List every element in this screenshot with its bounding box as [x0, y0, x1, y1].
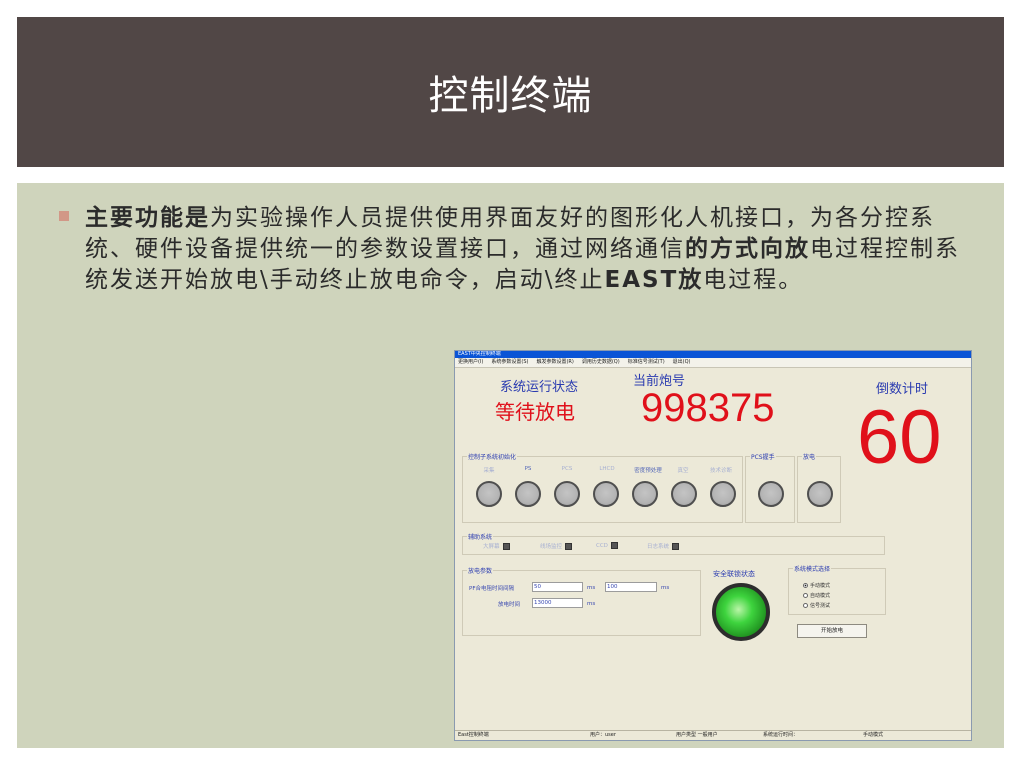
- app-main-panel: 系统运行状态 等待放电 当前炮号 998375 倒数计时 60 控制子系统初始化…: [455, 368, 971, 730]
- pcs-handshake-label: PCS握手: [750, 452, 776, 461]
- discharge-time-unit: ms: [587, 601, 596, 607]
- current-shot-number: 998375: [641, 386, 775, 430]
- discharge-group-label: 放电: [802, 452, 817, 461]
- init-label-ps: PS: [524, 466, 532, 472]
- aux-ccd-label: CCD: [596, 542, 608, 549]
- param-group: 放电参数 PF合电阻时间间隔 50 ms 100 ms 放电时间 13000 m…: [462, 566, 701, 636]
- lamp-pcs: [554, 481, 580, 507]
- init-group-label: 控制子系统初始化: [467, 452, 518, 461]
- init-label-acquisition: 采集: [483, 468, 495, 474]
- start-discharge-button[interactable]: 开始放电: [797, 624, 867, 638]
- pf-interval-unit-1: ms: [587, 585, 596, 591]
- slide-body: 主要功能是为实验操作人员提供使用界面友好的图形化人机接口，为各分控系统、硬件设备…: [17, 183, 1004, 748]
- status-user: 用户：user: [590, 732, 616, 738]
- bullet-text: 主要功能是为实验操作人员提供使用界面友好的图形化人机接口，为各分控系统、硬件设备…: [85, 203, 974, 296]
- lamp-discharge: [807, 481, 833, 507]
- pf-interval-unit-2: ms: [661, 585, 670, 591]
- mode-option-signal-test-label: 信号测试: [810, 603, 831, 609]
- aux-field-monitor-label: 线场监控: [540, 544, 563, 550]
- system-status-value: 等待放电: [495, 400, 575, 424]
- menu-trigger-params[interactable]: 触发参数设置(R): [536, 358, 573, 367]
- status-app-name: East控制终端: [458, 732, 489, 738]
- bullet-square-icon: [59, 211, 69, 221]
- init-label-pcs: PCS: [561, 466, 573, 472]
- menu-change-user[interactable]: 更换用户(I): [458, 358, 483, 367]
- mode-option-manual-label: 手动模式: [810, 583, 831, 589]
- aux-ccd-indicator: [610, 542, 618, 549]
- init-label-density: 密度预处理: [634, 468, 662, 474]
- lamp-lhcd: [593, 481, 619, 507]
- status-run-time: 系统运行时间：: [763, 732, 799, 738]
- system-status-label: 系统运行状态: [500, 380, 579, 395]
- radio-manual-icon: [803, 583, 808, 588]
- interlock-label: 安全联锁状态: [713, 570, 755, 578]
- status-user-type: 用户类型 一般用户: [676, 732, 718, 738]
- lamp-pcs-handshake: [758, 481, 784, 507]
- aux-group: 辅助系统 大屏幕 线场监控 CCD 日志系统: [462, 532, 885, 555]
- param-group-label: 放电参数: [467, 566, 494, 575]
- pf-interval-label: PF合电阻时间间隔: [469, 586, 514, 592]
- bullet-bold-2: 的方式向放: [685, 236, 810, 262]
- aux-big-screen-label: 大屏幕: [483, 544, 500, 550]
- app-menu-bar: 更换用户(I) 系统参数设置(S) 触发参数设置(R) 调用历史数据(Q) 标准…: [455, 358, 971, 368]
- interlock-status-lamp: [712, 583, 770, 641]
- radio-signal-test-icon: [803, 603, 808, 608]
- aux-field-monitor: 线场监控: [540, 542, 573, 550]
- aux-big-screen: 大屏幕: [483, 542, 510, 550]
- bullet-point: 主要功能是为实验操作人员提供使用界面友好的图形化人机接口，为各分控系统、硬件设备…: [59, 203, 974, 296]
- app-title-bar: EAST中央控制终端: [455, 351, 971, 358]
- mode-group: 系统模式选择 手动模式 自动模式 信号测试: [788, 564, 886, 615]
- init-label-lhcd: LHCD: [599, 466, 615, 472]
- slide-title-bar: 控制终端: [17, 17, 1004, 167]
- aux-ccd: CCD: [596, 542, 618, 549]
- lamp-acquisition: [476, 481, 502, 507]
- pcs-handshake-group: PCS握手: [745, 452, 795, 523]
- init-group: 控制子系统初始化 采集 PS PCS LHCD 密度预处理 真空 技术诊断: [462, 452, 743, 523]
- aux-log-system-indicator: [672, 542, 680, 550]
- menu-signal-test[interactable]: 标准信号测试(T): [628, 358, 665, 367]
- menu-exit[interactable]: 退出(Q): [673, 358, 691, 367]
- mode-option-auto[interactable]: 自动模式: [803, 592, 830, 599]
- mode-option-auto-label: 自动模式: [810, 593, 831, 599]
- aux-group-label: 辅助系统: [467, 532, 494, 541]
- bullet-bold-1: 主要功能是: [85, 205, 210, 231]
- app-status-bar: East控制终端 用户：user 用户类型 一般用户 系统运行时间： 手动模式: [455, 730, 971, 740]
- lamp-density: [632, 481, 658, 507]
- menu-system-params[interactable]: 系统参数设置(S): [491, 358, 528, 367]
- status-mode: 手动模式: [863, 732, 884, 738]
- menu-history-data[interactable]: 调用历史数据(Q): [582, 358, 620, 367]
- pf-interval-input-1[interactable]: 50: [532, 582, 583, 592]
- countdown-value: 60: [857, 395, 942, 480]
- lamp-diagnostics: [710, 481, 736, 507]
- mode-group-label: 系统模式选择: [793, 564, 832, 573]
- lamp-ps: [515, 481, 541, 507]
- discharge-group: 放电: [797, 452, 841, 523]
- bullet-bold-3: EAST放: [604, 267, 704, 293]
- bullet-text-3: 电过程。: [703, 267, 804, 293]
- discharge-time-label: 放电时间: [498, 602, 521, 608]
- slide-title: 控制终端: [428, 73, 593, 119]
- discharge-time-input[interactable]: 13000: [532, 598, 583, 608]
- aux-log-system: 日志系统: [647, 542, 680, 550]
- init-label-vacuum: 真空: [677, 468, 689, 474]
- aux-big-screen-indicator: [502, 542, 510, 550]
- mode-option-manual[interactable]: 手动模式: [803, 582, 830, 589]
- radio-auto-icon: [803, 593, 808, 598]
- init-label-diagnostics: 技术诊断: [709, 468, 732, 474]
- lamp-vacuum: [671, 481, 697, 507]
- aux-field-monitor-indicator: [565, 542, 573, 550]
- control-terminal-window: EAST中央控制终端 更换用户(I) 系统参数设置(S) 触发参数设置(R) 调…: [454, 350, 972, 741]
- pf-interval-input-2[interactable]: 100: [605, 582, 657, 592]
- mode-option-signal-test[interactable]: 信号测试: [803, 602, 830, 609]
- aux-log-system-label: 日志系统: [647, 544, 670, 550]
